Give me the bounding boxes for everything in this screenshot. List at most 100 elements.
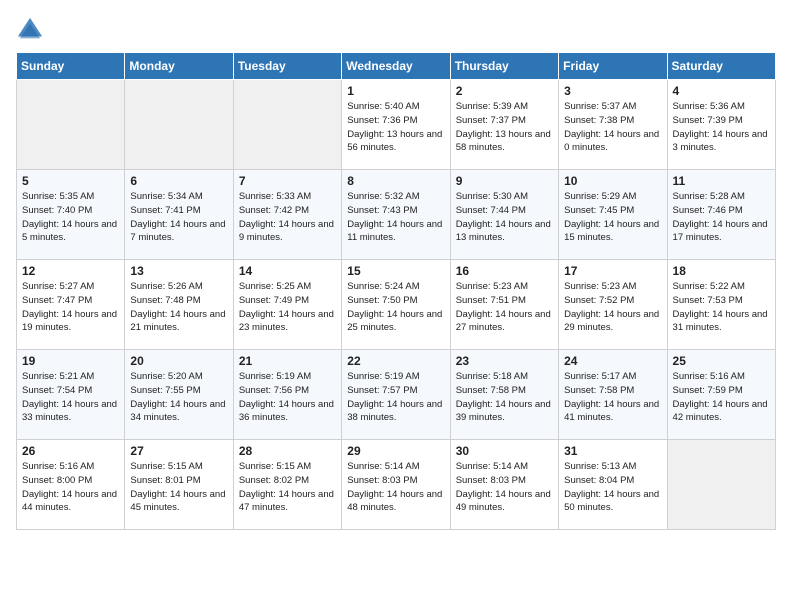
day-detail: Sunrise: 5:21 AMSunset: 7:54 PMDaylight:… (22, 370, 119, 425)
day-number: 16 (456, 264, 553, 278)
day-detail: Sunrise: 5:37 AMSunset: 7:38 PMDaylight:… (564, 100, 661, 155)
day-detail: Sunrise: 5:23 AMSunset: 7:52 PMDaylight:… (564, 280, 661, 335)
weekday-header: Tuesday (233, 53, 341, 80)
day-detail: Sunrise: 5:23 AMSunset: 7:51 PMDaylight:… (456, 280, 553, 335)
calendar-cell: 23 Sunrise: 5:18 AMSunset: 7:58 PMDayligh… (450, 350, 558, 440)
day-number: 15 (347, 264, 444, 278)
day-detail: Sunrise: 5:18 AMSunset: 7:58 PMDaylight:… (456, 370, 553, 425)
calendar-cell: 13 Sunrise: 5:26 AMSunset: 7:48 PMDayligh… (125, 260, 233, 350)
day-detail: Sunrise: 5:19 AMSunset: 7:57 PMDaylight:… (347, 370, 444, 425)
day-number: 7 (239, 174, 336, 188)
day-detail: Sunrise: 5:14 AMSunset: 8:03 PMDaylight:… (347, 460, 444, 515)
day-number: 29 (347, 444, 444, 458)
weekday-header: Friday (559, 53, 667, 80)
calendar-cell: 3 Sunrise: 5:37 AMSunset: 7:38 PMDaylight… (559, 80, 667, 170)
calendar-cell: 24 Sunrise: 5:17 AMSunset: 7:58 PMDayligh… (559, 350, 667, 440)
calendar-week-row: 1 Sunrise: 5:40 AMSunset: 7:36 PMDaylight… (17, 80, 776, 170)
day-detail: Sunrise: 5:26 AMSunset: 7:48 PMDaylight:… (130, 280, 227, 335)
logo-icon (16, 16, 44, 44)
day-number: 17 (564, 264, 661, 278)
day-detail: Sunrise: 5:16 AMSunset: 7:59 PMDaylight:… (673, 370, 770, 425)
day-detail: Sunrise: 5:17 AMSunset: 7:58 PMDaylight:… (564, 370, 661, 425)
weekday-header: Monday (125, 53, 233, 80)
calendar-cell: 21Sunrise: 5:19 AMSunset: 7:56 PMDayligh… (233, 350, 341, 440)
day-detail: Sunrise: 5:34 AMSunset: 7:41 PMDaylight:… (130, 190, 227, 245)
calendar-cell: 31 Sunrise: 5:13 AMSunset: 8:04 PMDayligh… (559, 440, 667, 530)
day-number: 10 (564, 174, 661, 188)
calendar-cell: 14Sunrise: 5:25 AMSunset: 7:49 PMDayligh… (233, 260, 341, 350)
calendar-cell: 9 Sunrise: 5:30 AMSunset: 7:44 PMDaylight… (450, 170, 558, 260)
day-detail: Sunrise: 5:27 AMSunset: 7:47 PMDaylight:… (22, 280, 119, 335)
day-number: 8 (347, 174, 444, 188)
calendar-cell: 10 Sunrise: 5:29 AMSunset: 7:45 PMDayligh… (559, 170, 667, 260)
day-detail: Sunrise: 5:13 AMSunset: 8:04 PMDaylight:… (564, 460, 661, 515)
page-header (16, 16, 776, 44)
day-number: 4 (673, 84, 770, 98)
day-number: 3 (564, 84, 661, 98)
calendar-week-row: 5Sunrise: 5:35 AMSunset: 7:40 PMDaylight… (17, 170, 776, 260)
day-number: 20 (130, 354, 227, 368)
weekday-header: Wednesday (342, 53, 450, 80)
day-number: 1 (347, 84, 444, 98)
day-number: 5 (22, 174, 119, 188)
calendar-cell: 5Sunrise: 5:35 AMSunset: 7:40 PMDaylight… (17, 170, 125, 260)
day-detail: Sunrise: 5:40 AMSunset: 7:36 PMDaylight:… (347, 100, 444, 155)
day-number: 18 (673, 264, 770, 278)
day-number: 12 (22, 264, 119, 278)
day-detail: Sunrise: 5:33 AMSunset: 7:42 PMDaylight:… (239, 190, 336, 245)
logo (16, 16, 48, 44)
calendar-table: SundayMondayTuesdayWednesdayThursdayFrid… (16, 52, 776, 530)
day-detail: Sunrise: 5:14 AMSunset: 8:03 PMDaylight:… (456, 460, 553, 515)
calendar-cell (17, 80, 125, 170)
calendar-cell: 11 Sunrise: 5:28 AMSunset: 7:46 PMDayligh… (667, 170, 775, 260)
calendar-cell: 12 Sunrise: 5:27 AMSunset: 7:47 PMDayligh… (17, 260, 125, 350)
calendar-cell: 26 Sunrise: 5:16 AMSunset: 8:00 PMDayligh… (17, 440, 125, 530)
calendar-cell: 28 Sunrise: 5:15 AMSunset: 8:02 PMDayligh… (233, 440, 341, 530)
day-number: 11 (673, 174, 770, 188)
weekday-header: Sunday (17, 53, 125, 80)
calendar-cell: 27Sunrise: 5:15 AMSunset: 8:01 PMDayligh… (125, 440, 233, 530)
day-number: 26 (22, 444, 119, 458)
day-number: 25 (673, 354, 770, 368)
calendar-cell (233, 80, 341, 170)
day-number: 13 (130, 264, 227, 278)
day-number: 31 (564, 444, 661, 458)
calendar-cell: 16 Sunrise: 5:23 AMSunset: 7:51 PMDayligh… (450, 260, 558, 350)
day-detail: Sunrise: 5:16 AMSunset: 8:00 PMDaylight:… (22, 460, 119, 515)
day-number: 9 (456, 174, 553, 188)
calendar-cell: 7 Sunrise: 5:33 AMSunset: 7:42 PMDaylight… (233, 170, 341, 260)
calendar-cell (667, 440, 775, 530)
day-detail: Sunrise: 5:28 AMSunset: 7:46 PMDaylight:… (673, 190, 770, 245)
day-detail: Sunrise: 5:36 AMSunset: 7:39 PMDaylight:… (673, 100, 770, 155)
weekday-header: Thursday (450, 53, 558, 80)
calendar-cell: 17 Sunrise: 5:23 AMSunset: 7:52 PMDayligh… (559, 260, 667, 350)
calendar-week-row: 12 Sunrise: 5:27 AMSunset: 7:47 PMDayligh… (17, 260, 776, 350)
calendar-cell: 18 Sunrise: 5:22 AMSunset: 7:53 PMDayligh… (667, 260, 775, 350)
calendar-cell: 29 Sunrise: 5:14 AMSunset: 8:03 PMDayligh… (342, 440, 450, 530)
day-detail: Sunrise: 5:32 AMSunset: 7:43 PMDaylight:… (347, 190, 444, 245)
calendar-cell: 8 Sunrise: 5:32 AMSunset: 7:43 PMDaylight… (342, 170, 450, 260)
day-number: 23 (456, 354, 553, 368)
calendar-week-row: 26 Sunrise: 5:16 AMSunset: 8:00 PMDayligh… (17, 440, 776, 530)
day-detail: Sunrise: 5:22 AMSunset: 7:53 PMDaylight:… (673, 280, 770, 335)
day-number: 28 (239, 444, 336, 458)
day-number: 6 (130, 174, 227, 188)
calendar-cell: 2Sunrise: 5:39 AMSunset: 7:37 PMDaylight… (450, 80, 558, 170)
day-detail: Sunrise: 5:25 AMSunset: 7:49 PMDaylight:… (239, 280, 336, 335)
calendar-cell: 19Sunrise: 5:21 AMSunset: 7:54 PMDayligh… (17, 350, 125, 440)
day-detail: Sunrise: 5:15 AMSunset: 8:02 PMDaylight:… (239, 460, 336, 515)
day-number: 21 (239, 354, 336, 368)
day-number: 27 (130, 444, 227, 458)
day-detail: Sunrise: 5:20 AMSunset: 7:55 PMDaylight:… (130, 370, 227, 425)
calendar-header: SundayMondayTuesdayWednesdayThursdayFrid… (17, 53, 776, 80)
calendar-body: 1 Sunrise: 5:40 AMSunset: 7:36 PMDaylight… (17, 80, 776, 530)
calendar-cell: 25 Sunrise: 5:16 AMSunset: 7:59 PMDayligh… (667, 350, 775, 440)
day-detail: Sunrise: 5:29 AMSunset: 7:45 PMDaylight:… (564, 190, 661, 245)
calendar-cell (125, 80, 233, 170)
day-number: 24 (564, 354, 661, 368)
calendar-cell: 22 Sunrise: 5:19 AMSunset: 7:57 PMDayligh… (342, 350, 450, 440)
day-detail: Sunrise: 5:30 AMSunset: 7:44 PMDaylight:… (456, 190, 553, 245)
day-number: 30 (456, 444, 553, 458)
calendar-week-row: 19Sunrise: 5:21 AMSunset: 7:54 PMDayligh… (17, 350, 776, 440)
day-number: 22 (347, 354, 444, 368)
